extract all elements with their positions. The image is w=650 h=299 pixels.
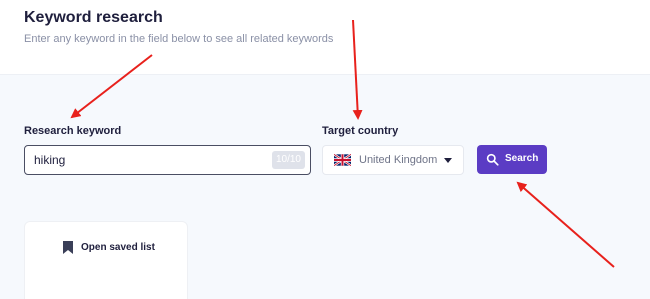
search-icon [486,153,499,166]
page-title: Keyword research [24,9,163,26]
page-header: Keyword research Enter any keyword in th… [0,0,650,74]
search-button-label: Search [505,153,539,164]
country-select[interactable]: United Kingdom [322,145,464,175]
character-counter: 10/10 [271,151,305,169]
search-button[interactable]: Search [477,145,547,174]
uk-flag-icon [334,154,351,166]
keyword-field-label: Research keyword [24,125,122,137]
country-value: United Kingdom [359,154,438,166]
keyword-field[interactable]: 10/10 [24,145,311,175]
keyword-input[interactable] [25,146,265,174]
page-subtitle: Enter any keyword in the field below to … [24,33,334,45]
open-saved-list-label: Open saved list [81,242,155,253]
bookmark-icon [63,241,73,254]
chevron-down-icon [444,158,452,163]
country-field-label: Target country [322,125,399,137]
open-saved-list-card[interactable]: Open saved list [24,221,188,299]
